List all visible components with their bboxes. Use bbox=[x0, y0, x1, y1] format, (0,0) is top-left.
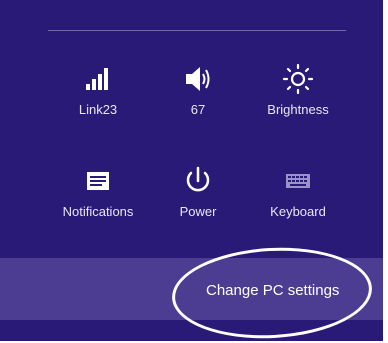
signal-bars-icon bbox=[86, 68, 108, 90]
power-icon bbox=[186, 166, 210, 192]
keyboard-label: Keyboard bbox=[270, 204, 326, 219]
notifications-label: Notifications bbox=[62, 204, 134, 219]
keyboard-tile[interactable]: Keyboard bbox=[248, 164, 348, 219]
keyboard-icon bbox=[286, 174, 310, 188]
network-tile[interactable]: Link23 bbox=[48, 62, 148, 117]
power-tile[interactable]: Power bbox=[148, 164, 248, 219]
volume-label: 67 bbox=[190, 102, 206, 117]
brightness-tile[interactable]: Brightness bbox=[248, 62, 348, 117]
notifications-icon bbox=[87, 172, 109, 190]
brightness-label: Brightness bbox=[267, 102, 329, 117]
notifications-tile[interactable]: Notifications bbox=[48, 164, 148, 219]
brightness-sun-icon bbox=[282, 63, 314, 95]
speaker-volume-icon bbox=[186, 67, 210, 91]
network-label: Link23 bbox=[78, 102, 118, 117]
volume-tile[interactable]: 67 bbox=[148, 62, 248, 117]
divider bbox=[48, 30, 346, 31]
power-label: Power bbox=[179, 204, 217, 219]
